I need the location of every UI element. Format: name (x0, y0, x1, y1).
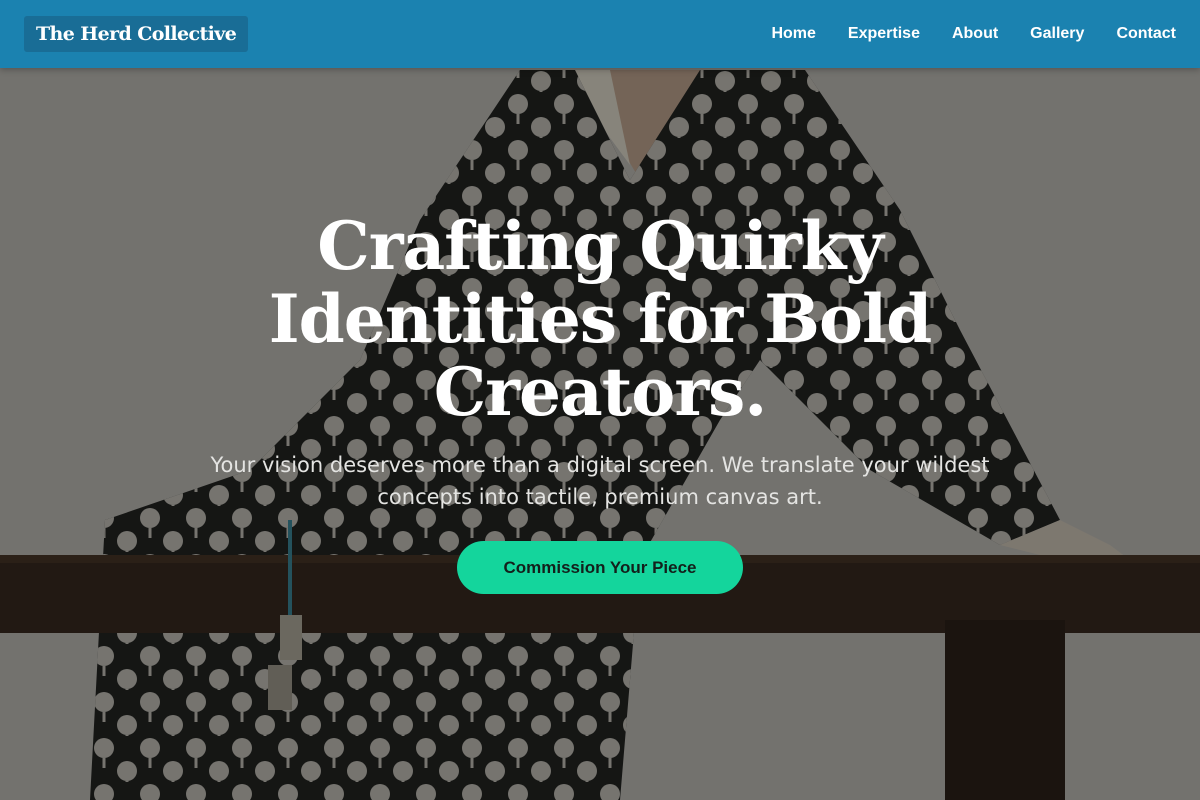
nav-link-about[interactable]: About (952, 25, 998, 43)
nav-link-gallery[interactable]: Gallery (1030, 25, 1084, 43)
hero-subtitle: Your vision deserves more than a digital… (210, 453, 990, 509)
hero-section: Crafting Quirky Identities for Bold Crea… (0, 210, 1200, 594)
nav-link-home[interactable]: Home (771, 25, 815, 43)
site-header: The Herd Collective Home Expertise About… (0, 0, 1200, 68)
nav-link-contact[interactable]: Contact (1116, 25, 1176, 43)
main-nav: Home Expertise About Gallery Contact (739, 0, 1176, 68)
nav-link-expertise[interactable]: Expertise (848, 25, 920, 43)
site-logo[interactable]: The Herd Collective (24, 16, 249, 52)
hero-title: Crafting Quirky Identities for Bold Crea… (268, 207, 932, 431)
commission-button[interactable]: Commission Your Piece (457, 541, 743, 594)
